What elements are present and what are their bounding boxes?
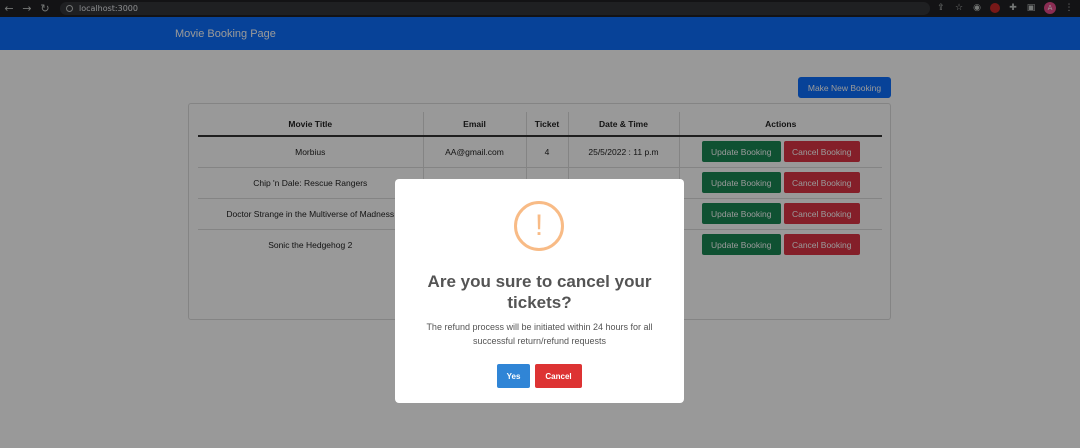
warning-icon: ! bbox=[514, 201, 564, 251]
dialog-cancel-button[interactable]: Cancel bbox=[535, 364, 582, 388]
confirm-cancel-dialog: ! Are you sure to cancel your tickets? T… bbox=[395, 179, 684, 403]
dialog-text: The refund process will be initiated wit… bbox=[426, 322, 653, 346]
dialog-title: Are you sure to cancel your tickets? bbox=[427, 272, 652, 312]
confirm-yes-button[interactable]: Yes bbox=[497, 364, 530, 388]
